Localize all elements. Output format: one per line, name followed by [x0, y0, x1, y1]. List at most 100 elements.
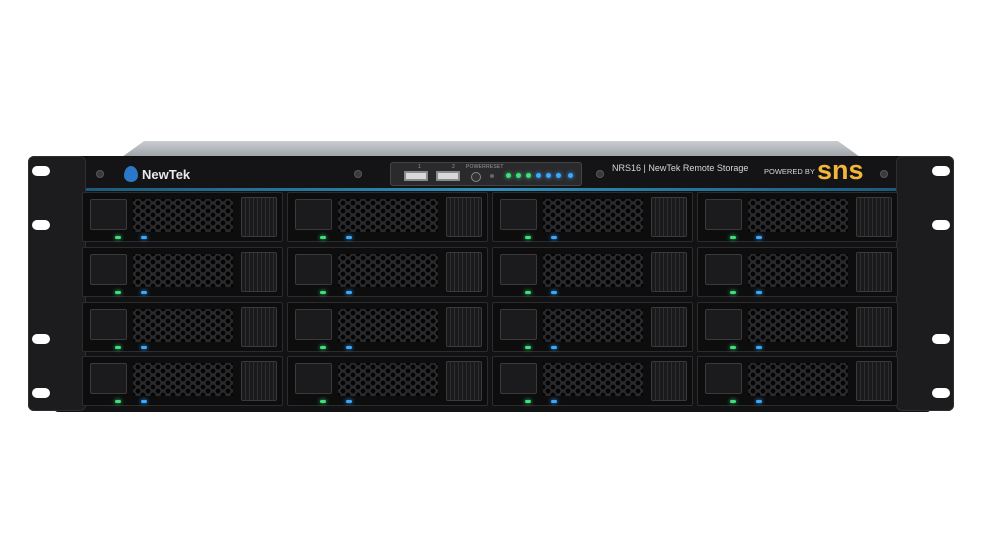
drive-vent-mesh: [543, 363, 643, 396]
screw: [596, 170, 604, 178]
drive-handle[interactable]: [651, 307, 687, 347]
reset-button[interactable]: [490, 174, 494, 178]
drive-status-led: [756, 346, 762, 349]
drive-latch-button[interactable]: [90, 309, 127, 340]
drive-status-led: [141, 346, 147, 349]
drive-activity-led: [115, 291, 121, 294]
drive-bay[interactable]: [697, 302, 898, 352]
drive-latch-button[interactable]: [295, 363, 332, 394]
drive-status-led: [141, 400, 147, 403]
drive-activity-led: [730, 346, 736, 349]
drive-bay[interactable]: [287, 356, 488, 406]
drive-handle[interactable]: [241, 252, 277, 292]
drive-vent-mesh: [543, 254, 643, 287]
drive-vent-mesh: [133, 199, 233, 232]
status-led: [516, 173, 521, 178]
drive-bay[interactable]: [492, 192, 693, 242]
drive-bay[interactable]: [82, 192, 283, 242]
drive-latch-button[interactable]: [295, 254, 332, 285]
mount-hole: [32, 334, 50, 344]
drive-activity-led: [320, 236, 326, 239]
drive-handle[interactable]: [651, 252, 687, 292]
drive-handle[interactable]: [241, 197, 277, 237]
drive-latch-button[interactable]: [500, 363, 537, 394]
drive-activity-led: [730, 291, 736, 294]
status-led: [546, 173, 551, 178]
drive-latch-button[interactable]: [500, 254, 537, 285]
chassis-top-panel: [122, 141, 860, 157]
drive-activity-led: [730, 236, 736, 239]
newtek-logo-icon: [124, 166, 138, 182]
mount-hole: [932, 388, 950, 398]
screw: [96, 170, 104, 178]
drive-latch-button[interactable]: [90, 363, 127, 394]
drive-handle[interactable]: [446, 197, 482, 237]
drive-status-led: [346, 236, 352, 239]
drive-latch-button[interactable]: [705, 254, 742, 285]
drive-vent-mesh: [748, 254, 848, 287]
drive-bay[interactable]: [82, 302, 283, 352]
model-label: NRS16 | NewTek Remote Storage: [612, 163, 749, 173]
drive-latch-button[interactable]: [90, 199, 127, 230]
drive-vent-mesh: [543, 199, 643, 232]
drive-handle[interactable]: [856, 252, 892, 292]
drive-handle[interactable]: [446, 307, 482, 347]
drive-activity-led: [525, 346, 531, 349]
mount-hole: [32, 166, 50, 176]
mount-hole: [32, 220, 50, 230]
drive-latch-button[interactable]: [500, 199, 537, 230]
drive-handle[interactable]: [446, 361, 482, 401]
drive-vent-mesh: [133, 254, 233, 287]
drive-handle[interactable]: [651, 361, 687, 401]
mount-hole: [32, 388, 50, 398]
drive-status-led: [551, 291, 557, 294]
drive-vent-mesh: [338, 254, 438, 287]
drive-bay[interactable]: [82, 247, 283, 297]
screw: [880, 170, 888, 178]
drive-bay[interactable]: [287, 247, 488, 297]
drive-latch-button[interactable]: [90, 254, 127, 285]
power-button[interactable]: [471, 172, 481, 182]
status-led: [506, 173, 511, 178]
drive-status-led: [141, 236, 147, 239]
drive-latch-button[interactable]: [705, 199, 742, 230]
drive-activity-led: [525, 236, 531, 239]
drive-bay[interactable]: [697, 247, 898, 297]
drive-handle[interactable]: [241, 361, 277, 401]
drive-handle[interactable]: [241, 307, 277, 347]
drive-vent-mesh: [748, 363, 848, 396]
drive-bay[interactable]: [492, 356, 693, 406]
drive-handle[interactable]: [446, 252, 482, 292]
drive-handle[interactable]: [856, 307, 892, 347]
drive-activity-led: [115, 236, 121, 239]
drive-latch-button[interactable]: [500, 309, 537, 340]
usb-port[interactable]: [436, 171, 460, 181]
sns-logo: sns: [817, 155, 864, 185]
drive-bay[interactable]: [697, 356, 898, 406]
drive-bay[interactable]: [287, 302, 488, 352]
power-label: POWER: [466, 164, 486, 170]
drive-bay[interactable]: [82, 356, 283, 406]
drive-bay[interactable]: [697, 192, 898, 242]
drive-vent-mesh: [133, 363, 233, 396]
drive-status-led: [756, 400, 762, 403]
drive-status-led: [756, 236, 762, 239]
mount-hole: [932, 166, 950, 176]
drive-handle[interactable]: [856, 361, 892, 401]
drive-bay[interactable]: [287, 192, 488, 242]
drive-latch-button[interactable]: [295, 199, 332, 230]
screw: [354, 170, 362, 178]
drive-bay[interactable]: [492, 247, 693, 297]
status-led: [568, 173, 573, 178]
drive-status-led: [551, 400, 557, 403]
drive-status-led: [346, 291, 352, 294]
drive-latch-button[interactable]: [295, 309, 332, 340]
usb-port[interactable]: [404, 171, 428, 181]
drive-handle[interactable]: [856, 197, 892, 237]
drive-latch-button[interactable]: [705, 309, 742, 340]
drive-latch-button[interactable]: [705, 363, 742, 394]
drive-status-led: [756, 291, 762, 294]
drive-bay[interactable]: [492, 302, 693, 352]
drive-handle[interactable]: [651, 197, 687, 237]
drive-activity-led: [115, 346, 121, 349]
